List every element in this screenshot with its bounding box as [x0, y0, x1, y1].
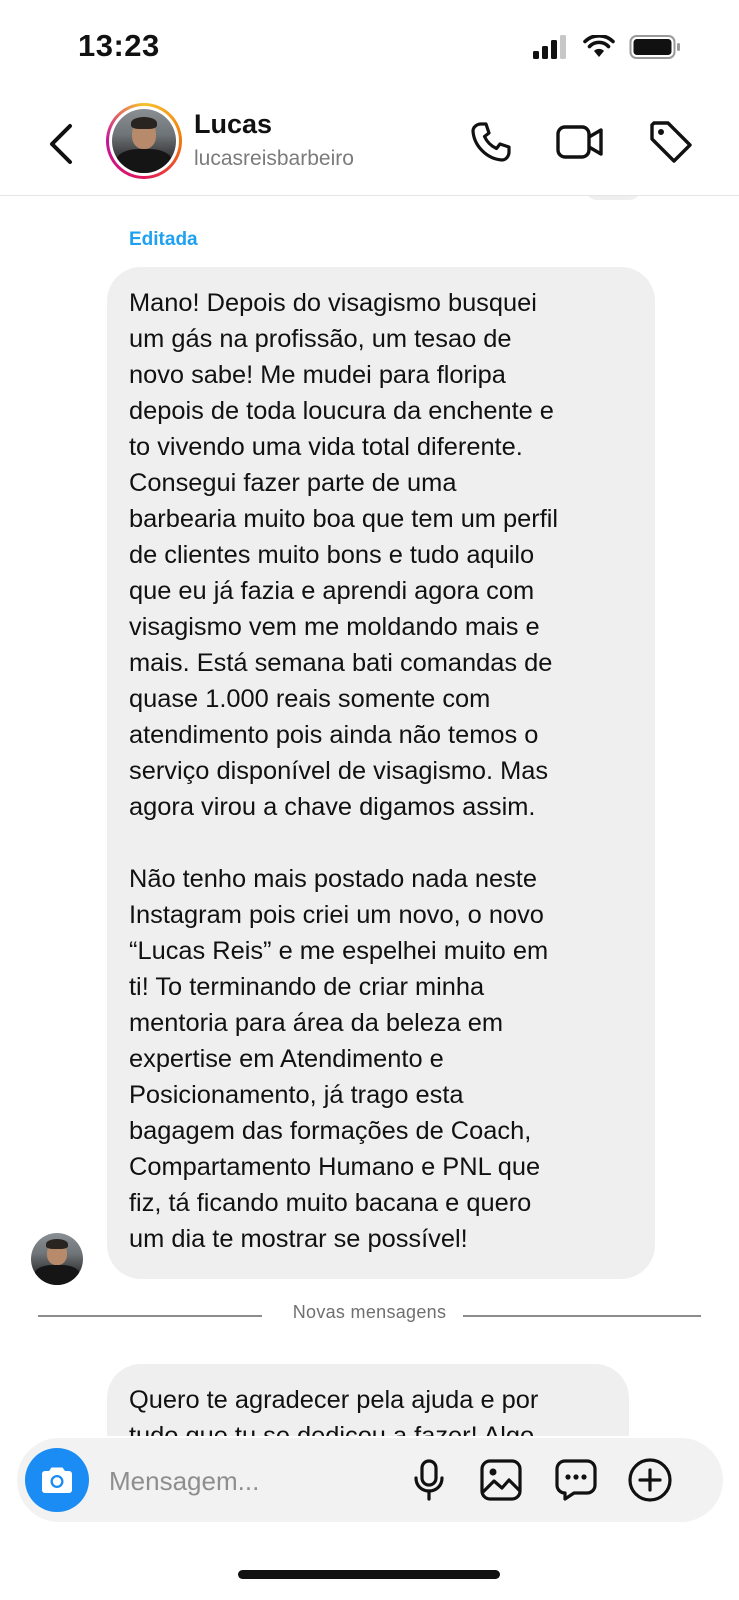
- video-icon: [556, 125, 603, 159]
- sticker-icon: [555, 1459, 597, 1501]
- sticker-button[interactable]: [551, 1455, 601, 1505]
- edited-label: Editada: [129, 229, 198, 250]
- status-icons: [533, 32, 681, 62]
- message-thread[interactable]: Editada Mano! Depois do visagismo busque…: [0, 196, 739, 1436]
- message-bubble[interactable]: Quero te agradecer pela ajuda e por tudo…: [107, 1364, 629, 1436]
- signal-icon: [533, 35, 566, 59]
- battery-icon: [629, 35, 680, 59]
- back-icon: [50, 124, 72, 164]
- previous-message-bubble: [585, 196, 641, 200]
- message-input[interactable]: [107, 1458, 401, 1504]
- phone-icon: [471, 122, 511, 162]
- voice-message-button[interactable]: [404, 1455, 454, 1505]
- contact-avatar[interactable]: [106, 103, 182, 179]
- camera-icon: [42, 1467, 72, 1493]
- audio-call-button[interactable]: [466, 117, 516, 167]
- new-messages-divider: Novas mensagens: [38, 1302, 701, 1328]
- wifi-icon: [583, 35, 615, 57]
- avatar: [112, 109, 176, 173]
- label-button[interactable]: [646, 117, 696, 167]
- home-indicator[interactable]: [238, 1570, 500, 1579]
- video-call-button[interactable]: [555, 117, 605, 167]
- plus-icon: [628, 1458, 672, 1502]
- message-bubble[interactable]: Mano! Depois do visagismo busquei um gás…: [107, 267, 655, 1279]
- new-messages-label: Novas mensagens: [292, 1302, 447, 1322]
- microphone-icon: [414, 1459, 444, 1501]
- sender-avatar[interactable]: [31, 1233, 83, 1285]
- message-paragraph: Não tenho mais postado nada neste Instag…: [129, 865, 549, 1253]
- contact-name[interactable]: Lucas: [194, 109, 272, 140]
- message-text: Quero te agradecer pela ajuda e por tudo…: [129, 1386, 539, 1436]
- more-options-button[interactable]: [625, 1455, 675, 1505]
- status-bar: 13:23: [0, 0, 739, 95]
- status-time: 13:23: [78, 28, 160, 63]
- gallery-button[interactable]: [476, 1455, 526, 1505]
- chat-header: Lucas lucasreisbarbeiro: [0, 95, 739, 196]
- camera-button[interactable]: [25, 1448, 89, 1512]
- back-button[interactable]: [42, 119, 78, 169]
- gallery-icon: [480, 1459, 522, 1501]
- message-composer: [17, 1438, 723, 1522]
- contact-username[interactable]: lucasreisbarbeiro: [194, 147, 354, 171]
- tag-icon: [650, 121, 692, 163]
- message-paragraph: Mano! Depois do visagismo busquei um gás…: [129, 289, 559, 821]
